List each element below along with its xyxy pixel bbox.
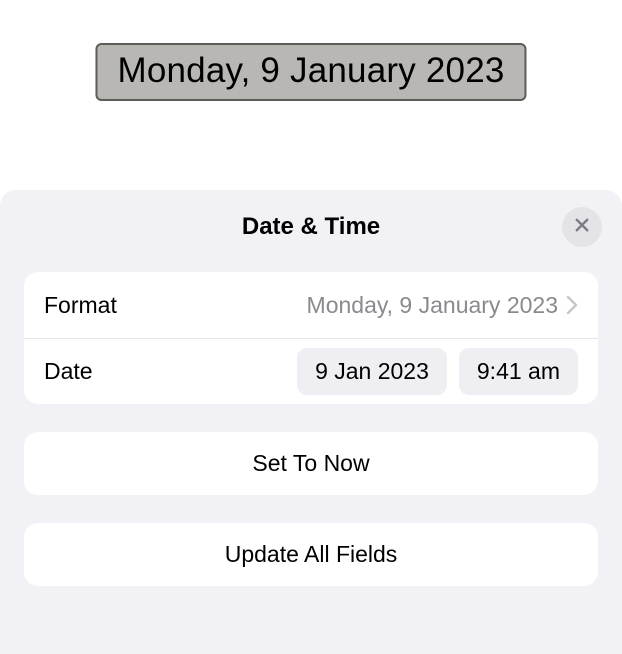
inserted-date-token[interactable]: Monday, 9 January 2023 <box>95 43 526 101</box>
close-icon <box>573 216 591 239</box>
panel-header: Date & Time <box>0 190 622 264</box>
date-row: Date 9 Jan 2023 9:41 am <box>24 338 598 404</box>
panel-title: Date & Time <box>242 213 380 241</box>
set-to-now-button[interactable]: Set To Now <box>24 432 598 495</box>
update-all-fields-label: Update All Fields <box>225 541 398 567</box>
chevron-right-icon <box>566 295 578 315</box>
close-button[interactable] <box>562 207 602 247</box>
update-all-fields-button[interactable]: Update All Fields <box>24 523 598 586</box>
format-row[interactable]: Format Monday, 9 January 2023 <box>24 272 598 338</box>
time-picker-value: 9:41 am <box>477 358 560 384</box>
format-label: Format <box>44 292 117 319</box>
format-value: Monday, 9 January 2023 <box>307 292 558 319</box>
date-picker-value: 9 Jan 2023 <box>315 358 429 384</box>
settings-card: Format Monday, 9 January 2023 Date 9 Jan… <box>24 272 598 404</box>
date-time-panel: Date & Time Format Monday, 9 January 202… <box>0 190 622 654</box>
date-label: Date <box>44 358 93 385</box>
set-to-now-label: Set To Now <box>252 450 369 476</box>
document-canvas: Monday, 9 January 2023 <box>0 0 622 190</box>
date-picker-button[interactable]: 9 Jan 2023 <box>297 348 447 395</box>
date-token-text: Monday, 9 January 2023 <box>117 51 504 90</box>
time-picker-button[interactable]: 9:41 am <box>459 348 578 395</box>
